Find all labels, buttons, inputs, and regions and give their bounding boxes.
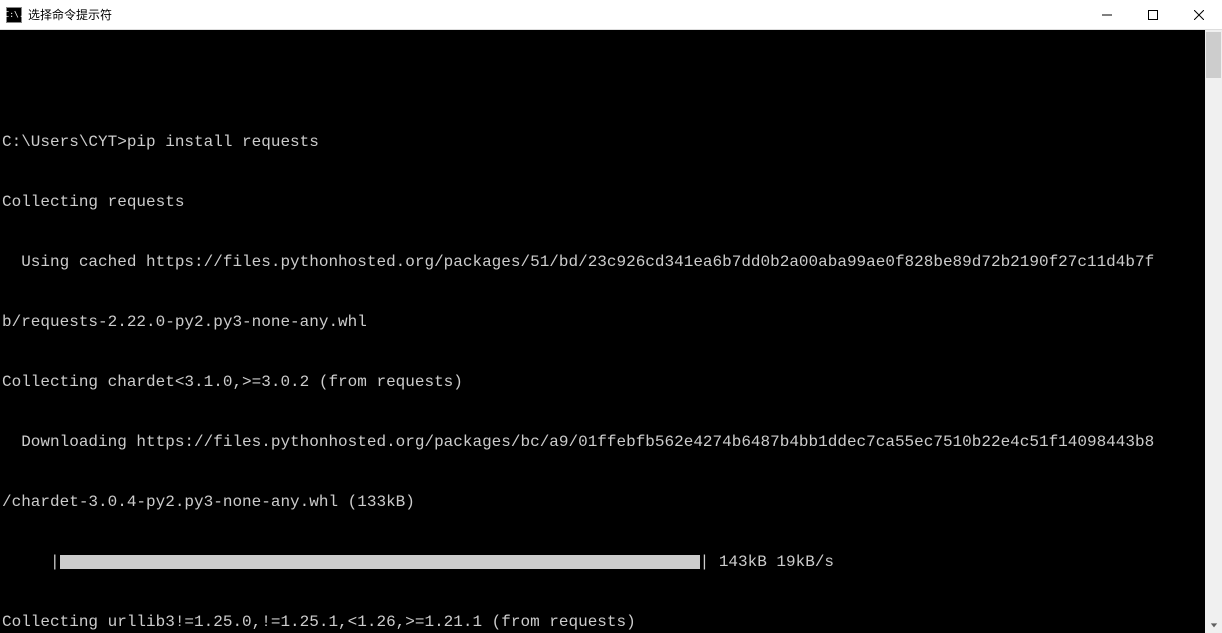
progress-bar — [60, 555, 700, 569]
terminal-line: Collecting requests — [2, 192, 1205, 212]
terminal-line: C:\Users\CYT>pip install requests — [2, 132, 1205, 152]
close-button[interactable] — [1176, 0, 1222, 29]
terminal-line: b/requests-2.22.0-py2.py3-none-any.whl — [2, 312, 1205, 332]
terminal-line: Collecting urllib3!=1.25.0,!=1.25.1,<1.2… — [2, 612, 1205, 632]
scroll-thumb[interactable] — [1206, 32, 1221, 78]
terminal-line: Collecting chardet<3.1.0,>=3.0.2 (from r… — [2, 372, 1205, 392]
vertical-scrollbar[interactable] — [1205, 30, 1222, 633]
terminal[interactable]: C:\Users\CYT>pip install requests Collec… — [0, 30, 1205, 633]
terminal-line — [2, 72, 1205, 92]
progress-row: | | 143kB 19kB/s — [2, 552, 1205, 572]
progress-pad: | — [2, 552, 60, 572]
terminal-line: /chardet-3.0.4-py2.py3-none-any.whl (133… — [2, 492, 1205, 512]
cmd-icon: C:\. — [6, 7, 22, 23]
titlebar[interactable]: C:\. 选择命令提示符 — [0, 0, 1222, 30]
maximize-button[interactable] — [1130, 0, 1176, 29]
minimize-button[interactable] — [1084, 0, 1130, 29]
terminal-line: Using cached https://files.pythonhosted.… — [2, 252, 1205, 272]
terminal-wrapper: C:\Users\CYT>pip install requests Collec… — [0, 30, 1222, 633]
terminal-line: Downloading https://files.pythonhosted.o… — [2, 432, 1205, 452]
window-controls — [1084, 0, 1222, 29]
progress-status: | 143kB 19kB/s — [700, 552, 834, 572]
scroll-down-button[interactable] — [1205, 616, 1222, 633]
window-title: 选择命令提示符 — [28, 6, 1084, 23]
